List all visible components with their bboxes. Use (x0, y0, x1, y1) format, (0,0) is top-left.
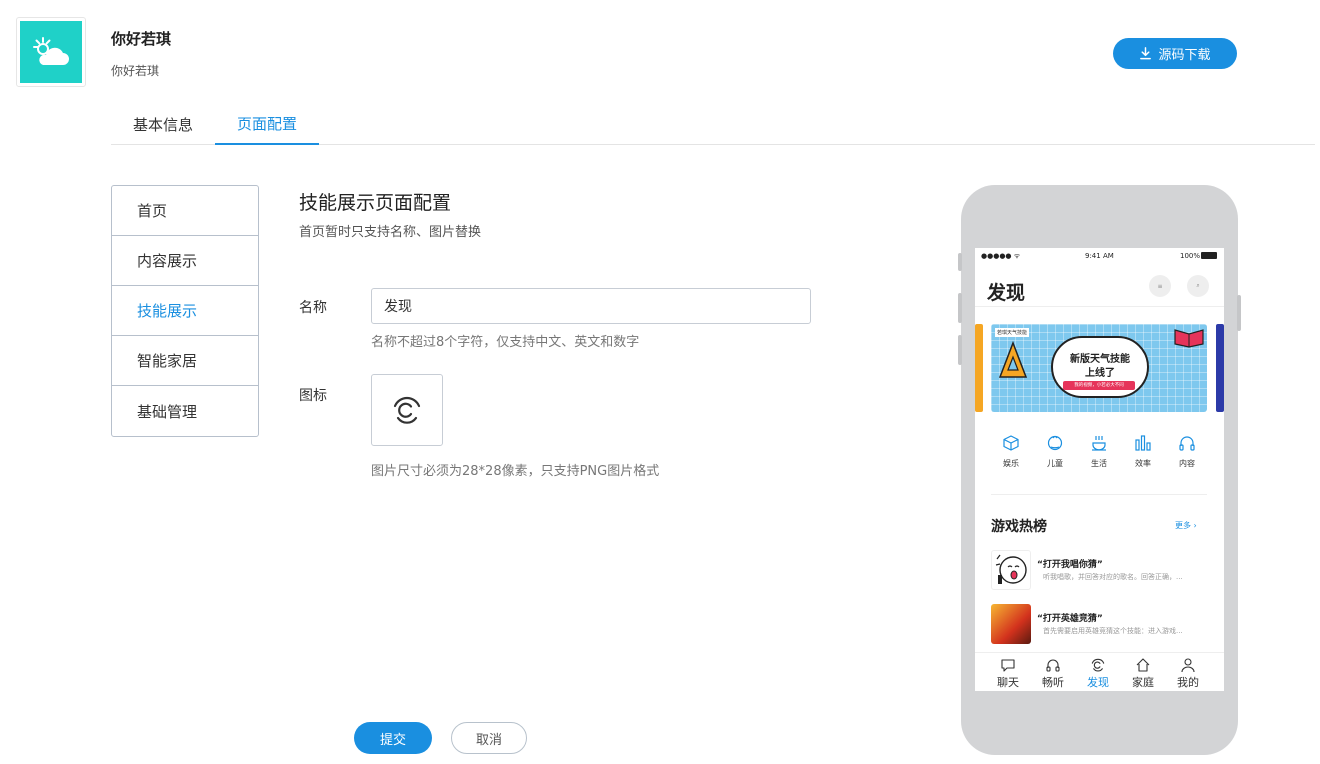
coffee-icon (1092, 436, 1106, 451)
status-time: 9:41 AM (1085, 252, 1114, 260)
phone-preview: ●●●●● ᯤ 9:41 AM 100% 发现 ≡ ⌕ 若琪天气技能 新版天气技… (958, 185, 1241, 755)
icon-hint: 图片尺寸必须为28*28像素，只支持PNG图片格式 (371, 464, 660, 479)
side-menu: 首页 内容展示 技能展示 智能家居 基础管理 (111, 185, 259, 437)
tab-bar: 基本信息 页面配置 (111, 104, 1315, 145)
phone-tab-family[interactable]: 家庭 (1123, 657, 1163, 690)
category-content[interactable]: 内容 (1165, 432, 1209, 469)
name-input[interactable] (371, 288, 811, 324)
phone-side-button (958, 293, 962, 323)
tab-basic-info[interactable]: 基本信息 (111, 104, 215, 145)
category-children[interactable]: 儿童 (1033, 432, 1077, 469)
battery-level: 100% (1180, 252, 1201, 260)
icon-upload[interactable] (371, 374, 443, 446)
app-name: 你好若琪 (111, 30, 172, 48)
discover-page-title: 发现 (987, 282, 1026, 304)
download-source-button[interactable]: 源码下载 (1113, 38, 1237, 69)
download-label: 源码下载 (1158, 48, 1211, 63)
promo-banner[interactable]: 若琪天气技能 新版天气技能 上线了 我的视频，小若必大不同 (991, 324, 1207, 412)
game-title: “打开英雄竞猜” (1037, 614, 1103, 624)
cancel-button[interactable]: 取消 (451, 722, 527, 754)
app-subtitle: 你好若琪 (111, 64, 160, 78)
headphones-icon (1179, 436, 1195, 451)
game-description: 首先需要启用英雄竞猜这个技能：进入游戏... (1043, 627, 1183, 635)
game-item[interactable]: “打开我唱你猜” 听我唱歌，并回答对应的歌名。回答正确，... (991, 550, 1211, 590)
phone-side-button (958, 335, 962, 365)
phone-tab-label: 发现 (1087, 676, 1109, 689)
home-icon (1136, 658, 1150, 672)
game-thumbnail-singing (991, 550, 1031, 590)
search-icon: ⌕ (1196, 282, 1200, 289)
chat-icon (1001, 659, 1015, 672)
download-icon (1140, 47, 1152, 60)
phone-tab-me[interactable]: 我的 (1168, 657, 1208, 690)
phone-tab-label: 我的 (1177, 676, 1199, 689)
phone-tab-label: 畅听 (1042, 676, 1064, 689)
menu-item-content[interactable]: 内容展示 (112, 236, 258, 286)
phone-screen: ●●●●● ᯤ 9:41 AM 100% 发现 ≡ ⌕ 若琪天气技能 新版天气技… (975, 248, 1224, 691)
child-icon (1047, 435, 1063, 451)
battery-icon (1201, 252, 1217, 259)
phone-tab-chat[interactable]: 聊天 (988, 657, 1028, 690)
banner-headline-2: 上线了 (1085, 368, 1115, 379)
menu-round-button[interactable]: ≡ (1149, 275, 1171, 297)
header-divider (975, 306, 1224, 307)
category-label: 效率 (1135, 459, 1151, 468)
phone-tab-discover[interactable]: 发现 (1078, 657, 1118, 690)
tab-page-config[interactable]: 页面配置 (215, 104, 319, 145)
singing-face-icon (995, 554, 1027, 584)
signal-indicator: ●●●●● ᯤ (981, 252, 1021, 260)
game-thumbnail-hero (991, 604, 1031, 644)
phone-side-button (1237, 295, 1241, 331)
book-icon (1174, 329, 1204, 348)
game-title: “打开我唱你猜” (1037, 560, 1103, 570)
ruler-icon (998, 340, 1028, 378)
chart-icon (1135, 435, 1151, 451)
phone-tab-label: 聊天 (997, 676, 1019, 689)
name-label: 名称 (299, 300, 327, 316)
status-bar: ●●●●● ᯤ 9:41 AM 100% (975, 248, 1224, 264)
category-life[interactable]: 生活 (1077, 432, 1121, 469)
category-label: 内容 (1179, 459, 1195, 468)
headphones-icon (1046, 659, 1060, 672)
discover-icon (393, 396, 421, 424)
section-description: 首页暂时只支持名称、图片替换 (299, 225, 482, 240)
category-label: 儿童 (1047, 459, 1063, 468)
category-label: 生活 (1091, 459, 1107, 468)
name-hint: 名称不超过8个字符，仅支持中文、英文和数字 (371, 335, 640, 350)
more-link[interactable]: 更多 › (1175, 520, 1197, 531)
banner-prev-peek[interactable] (975, 324, 983, 412)
icon-label: 图标 (299, 388, 327, 404)
phone-tab-bar: 聊天 畅听 发现 家庭 我的 (975, 652, 1224, 691)
app-logo (16, 17, 86, 87)
games-section-title: 游戏热榜 (991, 519, 1047, 535)
user-icon (1181, 658, 1195, 673)
phone-tab-label: 家庭 (1132, 676, 1154, 689)
weather-cloud-icon (20, 21, 82, 83)
category-entertainment[interactable]: 娱乐 (989, 432, 1033, 469)
category-label: 娱乐 (1003, 459, 1019, 468)
section-divider (991, 494, 1207, 495)
menu-item-home[interactable]: 首页 (112, 186, 258, 236)
game-description: 听我唱歌，并回答对应的歌名。回答正确，... (1043, 573, 1183, 581)
menu-item-smart-home[interactable]: 智能家居 (112, 336, 258, 386)
banner-next-peek[interactable] (1216, 324, 1224, 412)
cube-icon (1003, 435, 1019, 451)
category-row: 娱乐 儿童 生活 效率 内容 (975, 432, 1224, 476)
discover-icon (1091, 658, 1105, 672)
banner-headline: 新版天气技能 (1070, 354, 1130, 365)
section-title: 技能展示页面配置 (299, 192, 452, 214)
submit-button[interactable]: 提交 (354, 722, 432, 754)
search-round-button[interactable]: ⌕ (1187, 275, 1209, 297)
banner-tag: 若琪天气技能 (995, 328, 1030, 337)
phone-tab-listen[interactable]: 畅听 (1033, 657, 1073, 690)
menu-item-basic-management[interactable]: 基础管理 (112, 386, 258, 436)
category-efficiency[interactable]: 效率 (1121, 432, 1165, 469)
banner-pill: 我的视频，小若必大不同 (1063, 381, 1135, 390)
menu-icon: ≡ (1157, 282, 1163, 290)
menu-item-skills[interactable]: 技能展示 (112, 286, 258, 336)
game-item[interactable]: “打开英雄竞猜” 首先需要启用英雄竞猜这个技能：进入游戏... (991, 604, 1211, 644)
phone-side-button (958, 253, 962, 271)
